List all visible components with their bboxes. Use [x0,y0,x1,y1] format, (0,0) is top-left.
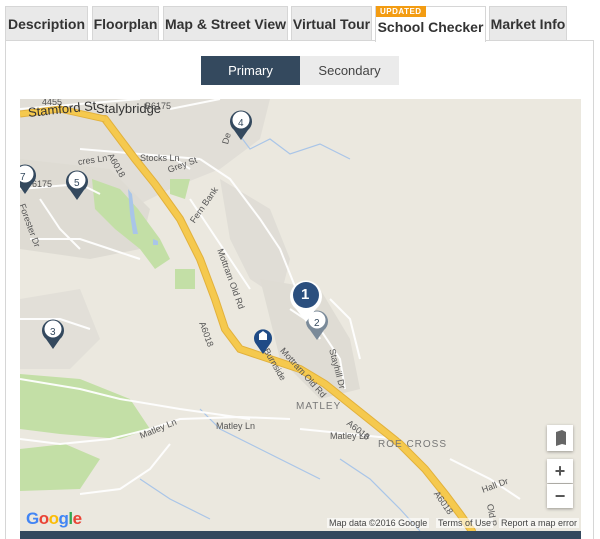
school-pin-label: 5 [74,178,80,189]
tab-bar: Description Floorplan Map & Street View … [0,0,600,42]
google-logo: Google [26,509,82,528]
school-pin-label: 7 [20,172,26,183]
school-pin-label: 1 [301,286,310,303]
report-map-error-link[interactable]: Report a map error [499,518,580,528]
tab-school-checker[interactable]: UPDATED School Checker [375,6,486,42]
tab-label: Description [7,15,85,32]
tab-label: Virtual Tour [292,15,371,32]
map-label-matley-ln-3: Matley Ln [330,431,370,441]
tab-label: Floorplan [93,15,158,32]
primary-button[interactable]: Primary [201,56,300,85]
zoom-in-icon: + [554,460,566,481]
tab-map-street-view[interactable]: Map & Street View [163,6,288,40]
tab-label: Market Info [490,15,566,32]
secondary-button[interactable]: Secondary [300,56,399,85]
tab-virtual-tour[interactable]: Virtual Tour [291,6,372,40]
zoom-out-button[interactable]: − [547,484,573,508]
zoom-out-icon: − [554,485,566,506]
tab-market-info[interactable]: Market Info [489,6,567,40]
property-location-icon[interactable] [252,325,274,355]
school-pin-label: 4 [238,118,244,129]
tab-label: Map & Street View [164,15,287,32]
school-map[interactable]: 4455 Stamford St Stalybridge B6175 A6018… [20,99,581,531]
tab-floorplan[interactable]: Floorplan [92,6,159,40]
school-type-toggle: Primary Secondary [201,56,399,85]
terms-of-use-link[interactable]: Terms of Use [436,518,494,528]
map-label-matley-ln-2: Matley Ln [216,421,256,431]
map-data-attribution: Map data ©2016 Google [327,518,430,528]
tab-label: School Checker [377,18,484,35]
street-view-pegman-icon[interactable] [547,425,573,451]
map-label-b6175: B6175 [145,101,172,111]
zoom-in-button[interactable]: + [547,459,573,483]
school-pin-label: 3 [50,327,56,338]
map-bottom-bar [20,531,581,539]
map-label-matley: MATLEY [296,401,342,412]
map-label-roe-cross: ROE CROSS [378,439,448,450]
tab-description[interactable]: Description [5,6,88,40]
updated-badge: UPDATED [376,6,426,17]
